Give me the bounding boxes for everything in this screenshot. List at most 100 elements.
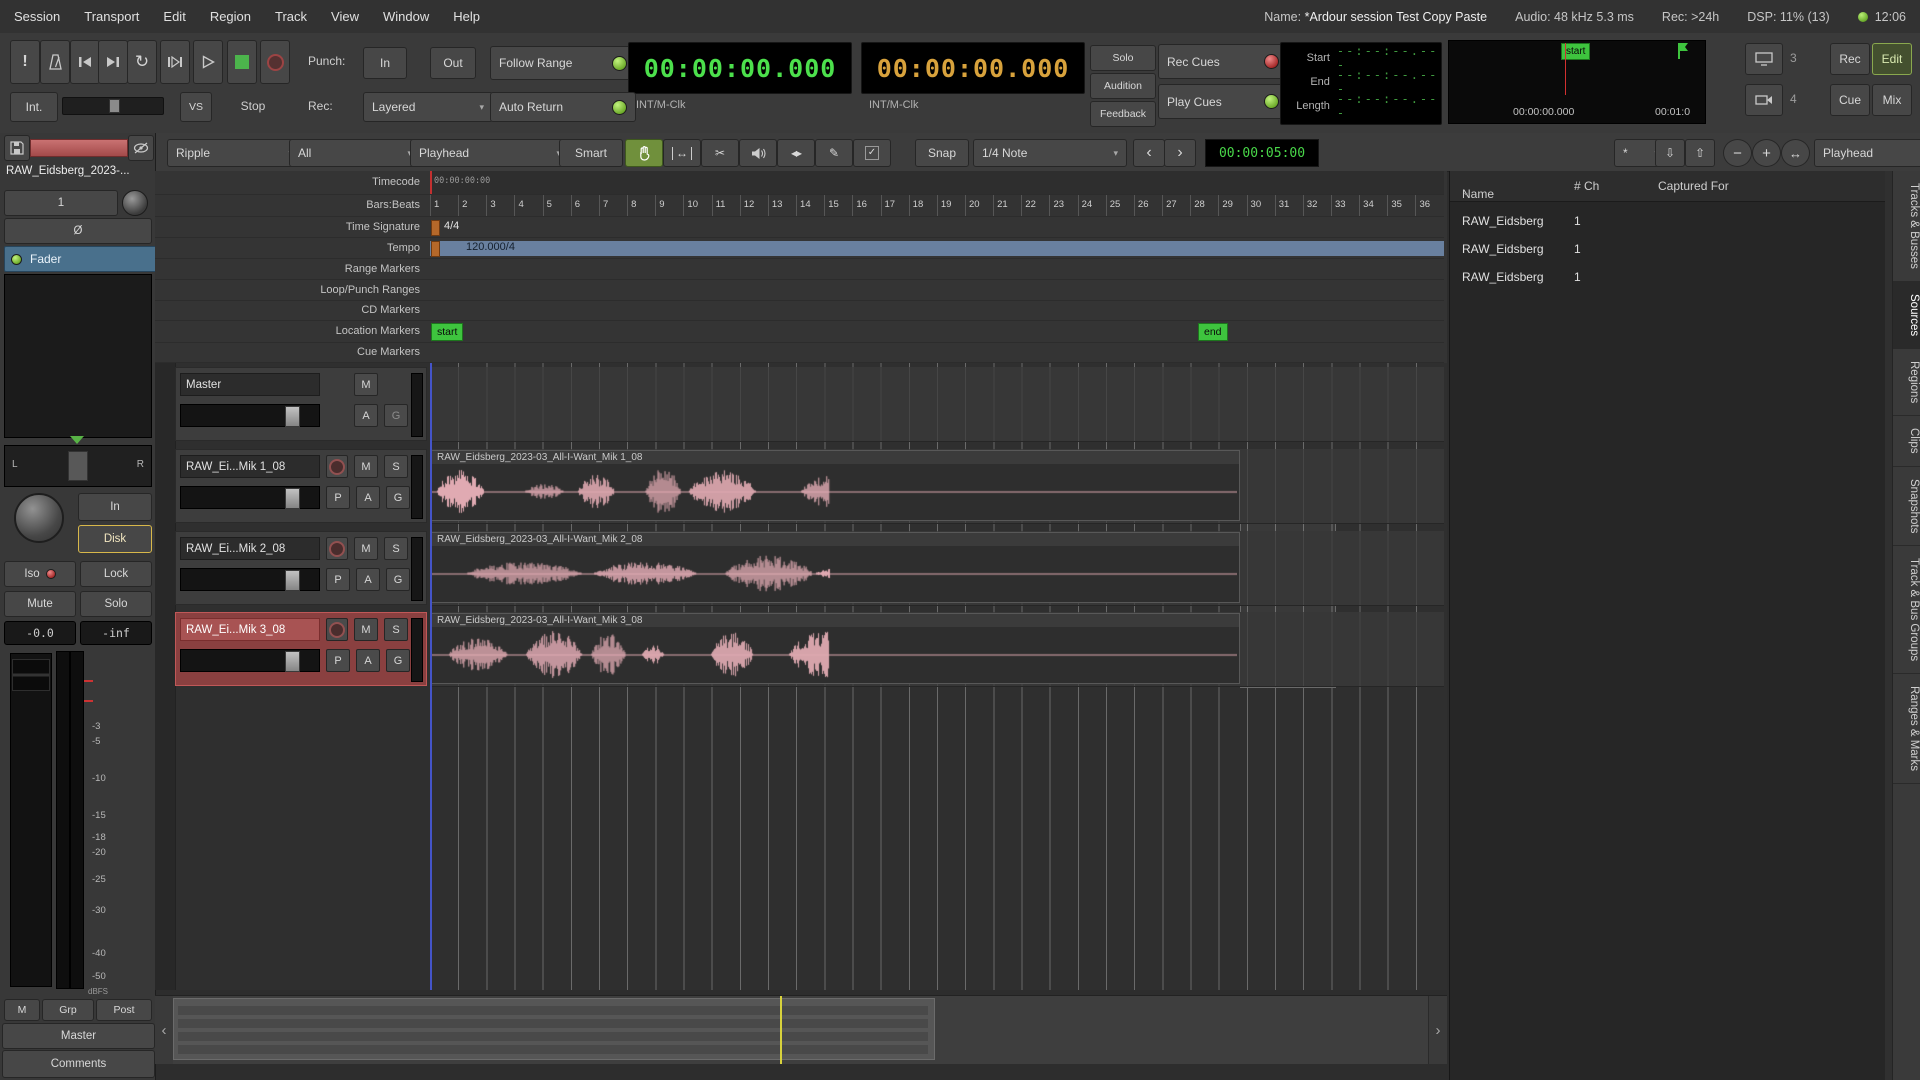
tab-sources[interactable]: Sources	[1893, 282, 1920, 349]
midi-panic-button[interactable]: !	[10, 40, 40, 84]
track-name[interactable]: RAW_Ei...Mik 1_08	[180, 455, 320, 478]
ruler-timeline[interactable]: 00:00:00:0012345678910111213141516171819…	[430, 171, 1444, 363]
ruler-row-6[interactable]	[430, 301, 1444, 321]
track-lanes[interactable]: RAW_Eidsberg_2023-03_All-I-Want_Mik 1_08…	[430, 363, 1444, 990]
record-arm-button[interactable]	[326, 537, 348, 560]
track-name[interactable]: RAW_Ei...Mik 2_08	[180, 537, 320, 560]
shrink-tracks-button[interactable]: ⇩	[1655, 139, 1685, 167]
track-lane-3[interactable]: RAW_Eidsberg_2023-03_All-I-Want_Mik 3_08	[430, 612, 1444, 687]
pan-handle[interactable]	[68, 451, 88, 481]
menu-track[interactable]: Track	[275, 9, 307, 24]
range-tool-button[interactable]: ↔	[663, 139, 701, 167]
editor-window-button[interactable]: Edit	[1872, 43, 1912, 75]
playlist-button[interactable]: P	[326, 486, 350, 509]
strip-input-button[interactable]: 1	[4, 190, 118, 216]
audio-region[interactable]: RAW_Eidsberg_2023-03_All-I-Want_Mik 1_08	[430, 450, 1240, 521]
tab-ranges-marks[interactable]: Ranges & Marks	[1893, 674, 1920, 784]
ruler-row-1[interactable]: 1234567891011121314151617181920212223242…	[430, 195, 1444, 217]
group-assign-button[interactable]: G	[386, 649, 410, 672]
track-color-strip[interactable]	[30, 139, 128, 157]
audio-region[interactable]: RAW_Eidsberg_2023-03_All-I-Want_Mik 2_08	[430, 532, 1240, 603]
nudge-back-button[interactable]: ‹	[1133, 139, 1165, 167]
punch-out-button[interactable]: Out	[430, 47, 476, 79]
ruler-label-location-markers[interactable]: Location Markers	[155, 321, 430, 343]
automation-button[interactable]: A	[356, 486, 380, 509]
feedback-indicator-button[interactable]: Feedback	[1090, 101, 1156, 127]
start-location-marker[interactable]: start	[431, 323, 463, 341]
smart-mode-button[interactable]: Smart	[559, 139, 623, 167]
summary-playhead[interactable]	[780, 996, 782, 1064]
track-mute-button[interactable]: M	[354, 373, 378, 396]
ruler-row-0[interactable]: 00:00:00:00	[430, 171, 1444, 195]
gain-display[interactable]: -0.0	[4, 621, 76, 645]
strip-track-name[interactable]: RAW_Eidsberg_2023-...	[6, 165, 152, 177]
menu-window[interactable]: Window	[383, 9, 429, 24]
nudge-clock[interactable]: 00:00:05:00	[1205, 139, 1319, 167]
strip-hide-button[interactable]	[128, 135, 154, 161]
recorder-window-button[interactable]: Rec	[1830, 43, 1870, 75]
menu-region[interactable]: Region	[210, 9, 251, 24]
loop-button[interactable]: ↻	[127, 40, 157, 84]
zoom-out-button[interactable]: −	[1723, 139, 1752, 167]
ruler-row-8[interactable]	[430, 343, 1444, 363]
track-solo-button[interactable]: S	[384, 537, 408, 560]
track-gain-fader[interactable]	[180, 486, 320, 509]
track-header-track3[interactable]: RAW_Ei...Mik 3_08MSPAG	[175, 612, 427, 686]
strip-menu-button[interactable]	[4, 135, 30, 161]
monitor-input-button[interactable]: In	[78, 493, 152, 521]
nudge-forward-button[interactable]: ›	[1164, 139, 1196, 167]
play-cues-button[interactable]: Play Cues	[1158, 84, 1288, 119]
polarity-invert-button[interactable]: Ø	[4, 218, 152, 244]
tempo-value[interactable]: 120.000/4	[466, 241, 515, 253]
time-signature-marker[interactable]	[431, 220, 440, 236]
shuttle-handle[interactable]	[109, 99, 120, 113]
record-button[interactable]	[260, 40, 290, 84]
tab-snapshots[interactable]: Snapshots	[1893, 467, 1920, 546]
source-row[interactable]: RAW_Eidsberg1	[1450, 207, 1885, 235]
fader-handle[interactable]	[285, 406, 300, 427]
track-gain-fader[interactable]	[180, 568, 320, 591]
snap-button[interactable]: Snap	[915, 139, 969, 167]
solo-indicator-button[interactable]: Solo	[1090, 45, 1156, 71]
video-window-button[interactable]	[1745, 84, 1783, 116]
ruler-row-2[interactable]: 4/4	[430, 217, 1444, 238]
tab-track-bus-groups[interactable]: Track & Bus Groups	[1893, 546, 1920, 674]
tempo-strip[interactable]	[430, 241, 1444, 256]
grab-tool-button[interactable]	[625, 139, 663, 167]
automation-button[interactable]: A	[354, 404, 378, 427]
play-button[interactable]	[193, 40, 223, 84]
end-location-marker[interactable]: end	[1198, 323, 1228, 341]
shuttle-vs-button[interactable]: VS	[180, 92, 212, 122]
fader-handle[interactable]	[285, 651, 300, 672]
ruler-row-7[interactable]: start end	[430, 321, 1444, 343]
time-signature-value[interactable]: 4/4	[444, 220, 459, 232]
goto-start-button[interactable]	[70, 40, 100, 84]
track-lane-1[interactable]: RAW_Eidsberg_2023-03_All-I-Want_Mik 1_08	[430, 449, 1444, 524]
processor-box[interactable]	[4, 274, 152, 438]
gain-fader[interactable]	[10, 653, 52, 987]
track-name[interactable]: RAW_Ei...Mik 3_08	[180, 618, 320, 641]
ruler-label-time-signature[interactable]: Time Signature	[155, 217, 430, 238]
secondary-clock-source[interactable]: INT/M-Clk	[869, 99, 919, 111]
ruler-label-loop-punch-ranges[interactable]: Loop/Punch Ranges	[155, 280, 430, 301]
ruler-label-tempo[interactable]: Tempo	[155, 238, 430, 259]
solo-isolate-button[interactable]: Iso	[4, 561, 76, 587]
record-arm-button[interactable]	[326, 455, 348, 478]
ruler-row-5[interactable]	[430, 280, 1444, 301]
auto-return-button[interactable]: Auto Return	[490, 92, 636, 122]
stop-button[interactable]	[227, 40, 257, 84]
track-gain-fader[interactable]	[180, 404, 320, 427]
column-captured-for[interactable]: Captured For	[1658, 179, 1729, 193]
cut-tool-button[interactable]: ✂	[701, 139, 739, 167]
ruler-label-cue-markers[interactable]: Cue Markers	[155, 343, 430, 363]
summary-overview[interactable]	[173, 996, 1429, 1064]
shuttle-control[interactable]	[62, 97, 164, 115]
track-header-track1[interactable]: RAW_Ei...Mik 1_08MSPAG	[175, 449, 427, 523]
track-solo-button[interactable]: S	[384, 618, 408, 641]
playlist-button[interactable]: P	[326, 649, 350, 672]
zoom-in-button[interactable]: +	[1752, 139, 1781, 167]
zoom-focus-dropdown[interactable]: Playhead▾	[1814, 139, 1920, 167]
primary-clock-source[interactable]: INT/M-Clk	[636, 99, 686, 111]
goto-end-button[interactable]	[98, 40, 128, 84]
automation-button[interactable]: A	[356, 568, 380, 591]
